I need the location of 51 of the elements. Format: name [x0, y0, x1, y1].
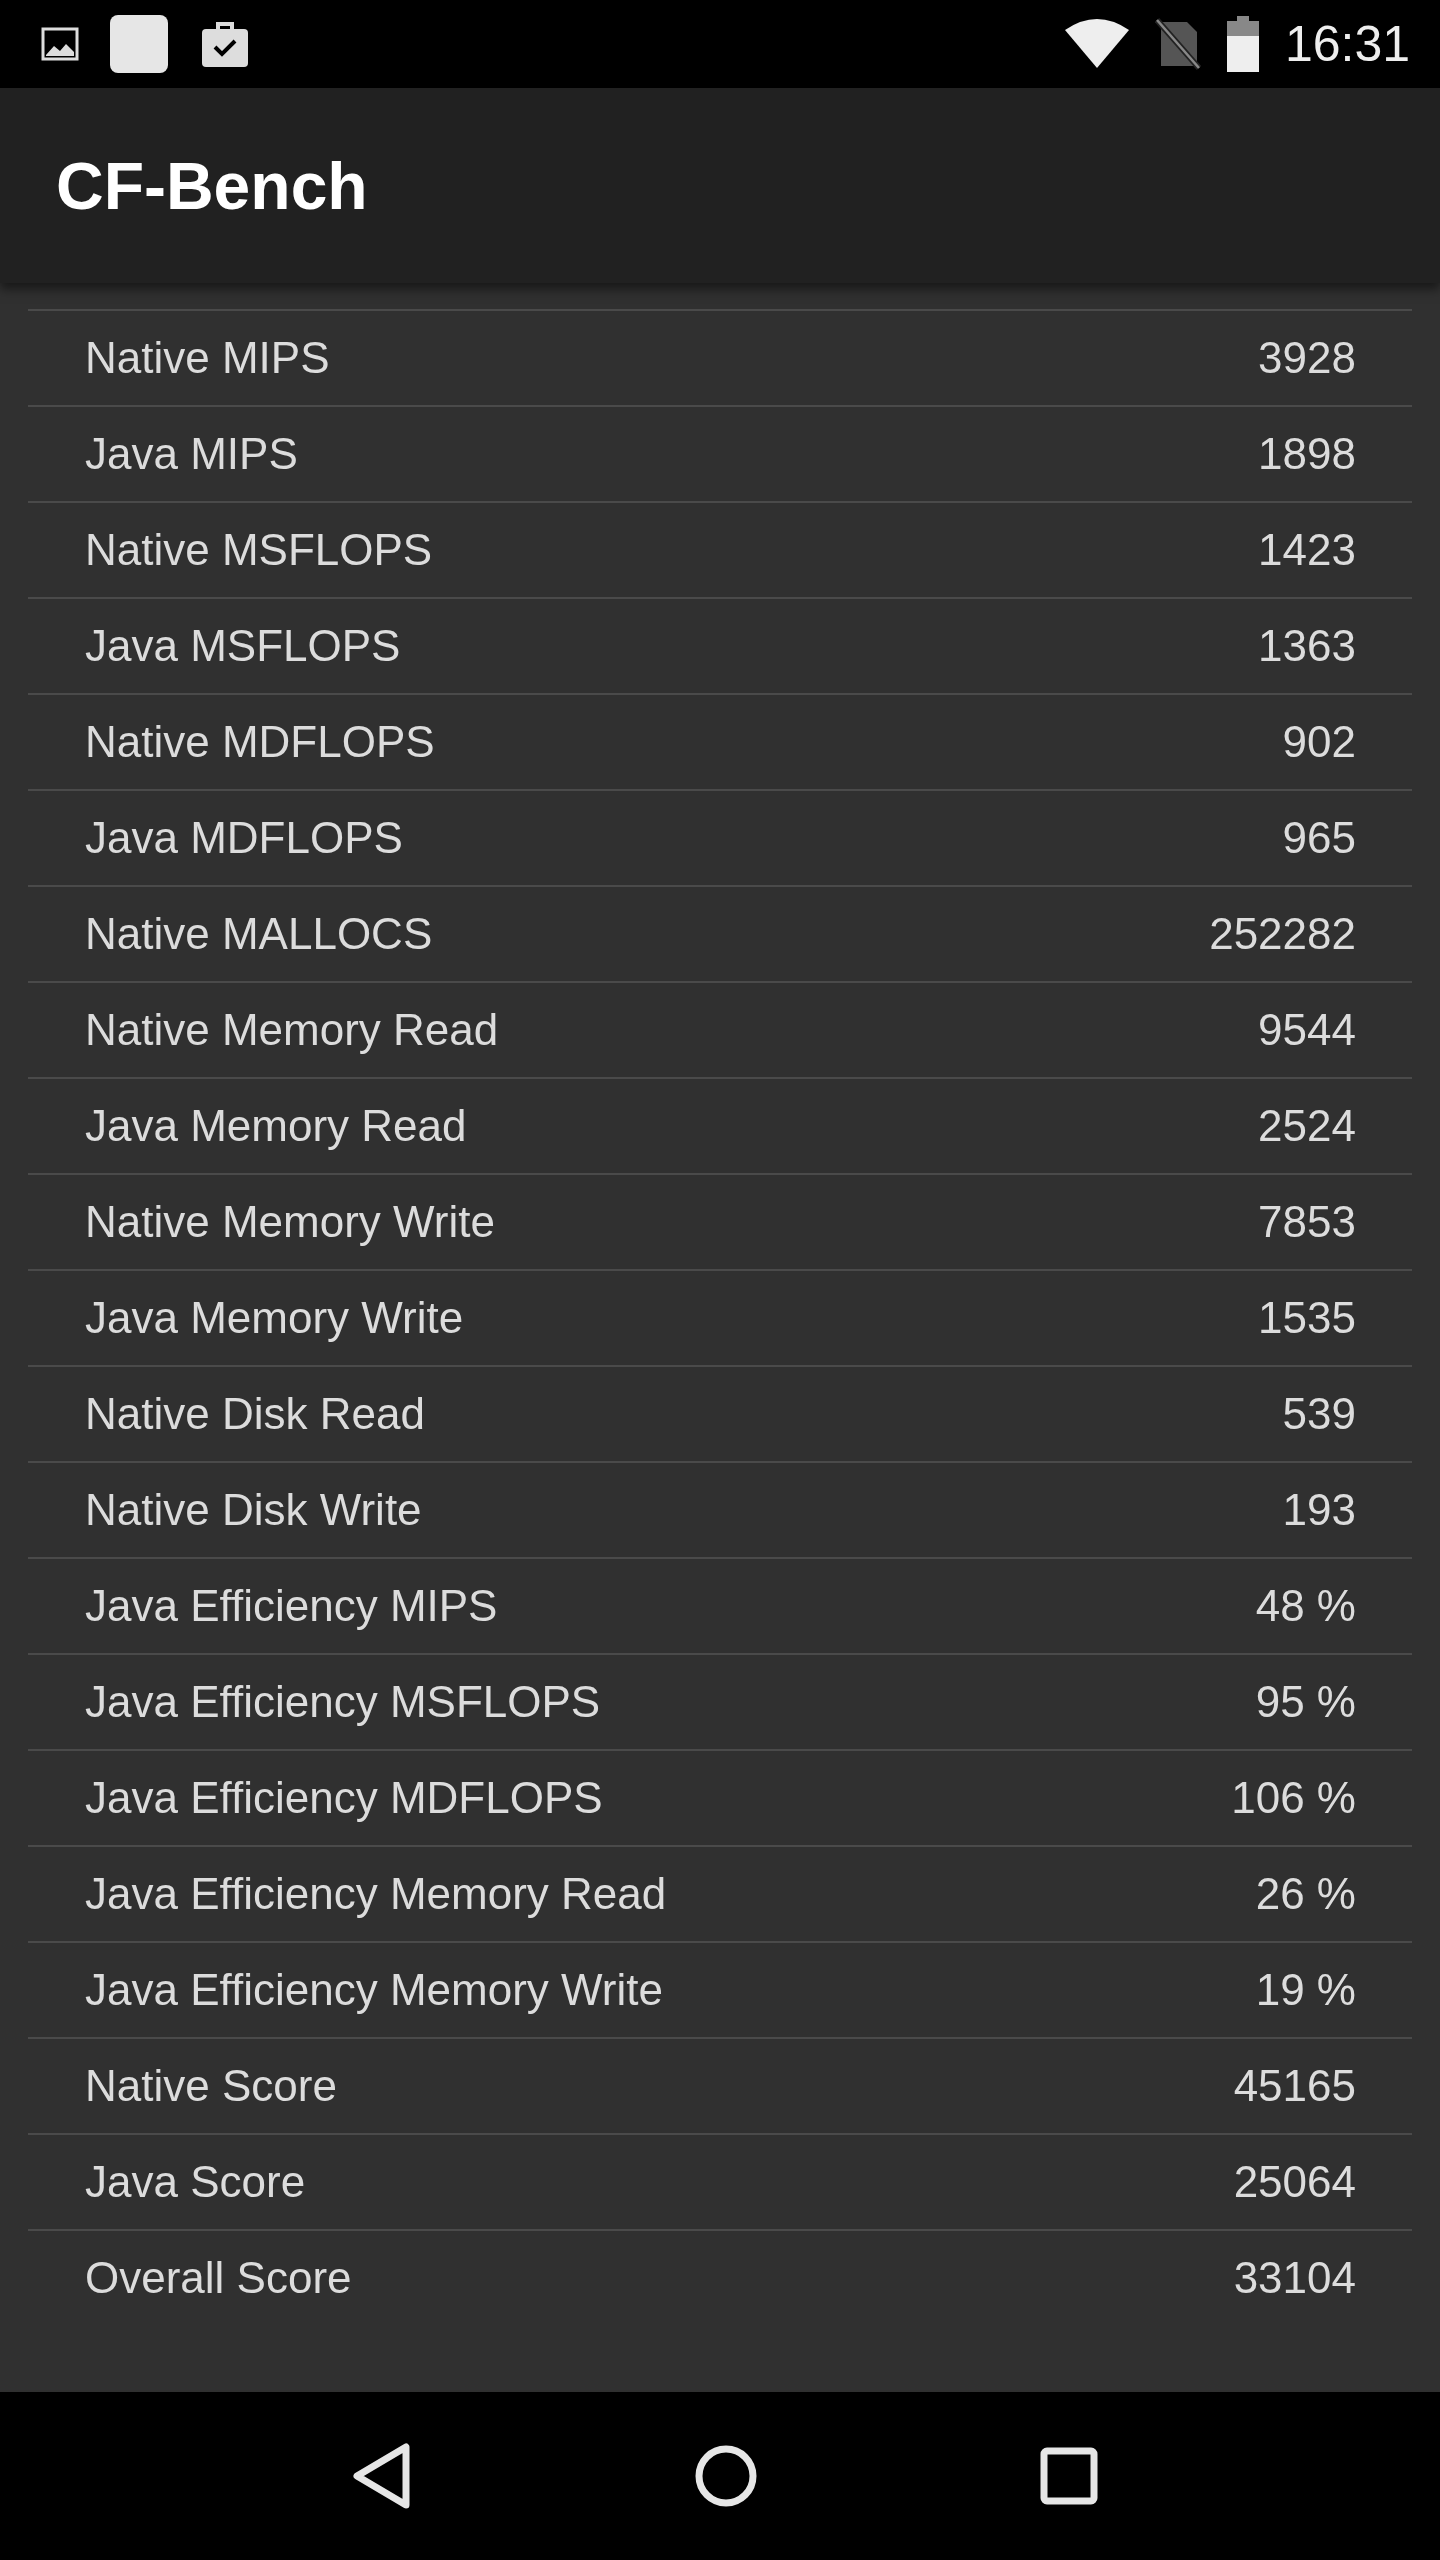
result-value: 7853 [1258, 1197, 1356, 1247]
result-label: Native Disk Read [85, 1389, 425, 1439]
result-value: 1535 [1258, 1293, 1356, 1343]
result-value: 1898 [1258, 429, 1356, 479]
home-icon[interactable] [695, 2445, 757, 2507]
result-label: Java Efficiency Memory Read [85, 1869, 667, 1919]
result-label: Native Score [85, 2061, 337, 2111]
result-label: Native Disk Write [85, 1485, 422, 1535]
result-value: 965 [1282, 813, 1356, 863]
result-value: 25064 [1233, 2157, 1356, 2207]
clock-time: 16:31 [1284, 15, 1410, 73]
no-sim-icon [1154, 18, 1201, 70]
result-label: Java Score [85, 2157, 306, 2207]
result-value: 33104 [1233, 2253, 1356, 2303]
result-label: Native Memory Write [85, 1197, 495, 1247]
result-label: Native MDFLOPS [85, 717, 435, 767]
result-label: Native MIPS [85, 333, 330, 383]
result-label: Native MALLOCS [85, 909, 433, 959]
result-label: Native Memory Read [85, 1005, 499, 1055]
result-value: 106 % [1231, 1773, 1356, 1823]
result-value: 1363 [1258, 621, 1356, 671]
result-value: 48 % [1255, 1581, 1356, 1631]
app-title: CF-Bench [56, 147, 368, 224]
notification-icon [110, 15, 168, 73]
result-value: 3928 [1258, 333, 1356, 383]
result-value: 2524 [1258, 1101, 1356, 1151]
result-value: 9544 [1258, 1005, 1356, 1055]
result-value: 19 % [1255, 1965, 1356, 2015]
result-value: 95 % [1255, 1677, 1356, 1727]
result-label: Java Memory Write [85, 1293, 464, 1343]
result-value: 902 [1282, 717, 1356, 767]
recents-icon[interactable] [1040, 2447, 1099, 2505]
result-value: 193 [1282, 1485, 1356, 1535]
result-label: Java MSFLOPS [85, 621, 401, 671]
result-label: Java MDFLOPS [85, 813, 403, 863]
result-value: 45165 [1233, 2061, 1356, 2111]
result-value: 252282 [1209, 909, 1356, 959]
result-label: Native MSFLOPS [85, 525, 433, 575]
result-value: 1423 [1258, 525, 1356, 575]
result-label: Java Memory Read [85, 1101, 467, 1151]
battery-icon [1226, 16, 1259, 72]
result-value: 26 % [1255, 1869, 1356, 1919]
result-label: Java Efficiency MDFLOPS [85, 1773, 603, 1823]
result-label: Overall Score [85, 2253, 352, 2303]
result-label: Java Efficiency MIPS [85, 1581, 498, 1631]
wifi-icon [1064, 18, 1129, 70]
back-icon[interactable] [351, 2443, 412, 2509]
result-label: Java Efficiency MSFLOPS [85, 1677, 601, 1727]
result-value: 539 [1282, 1389, 1356, 1439]
result-label: Java Efficiency Memory Write [85, 1965, 663, 2015]
result-label: Java MIPS [85, 429, 298, 479]
